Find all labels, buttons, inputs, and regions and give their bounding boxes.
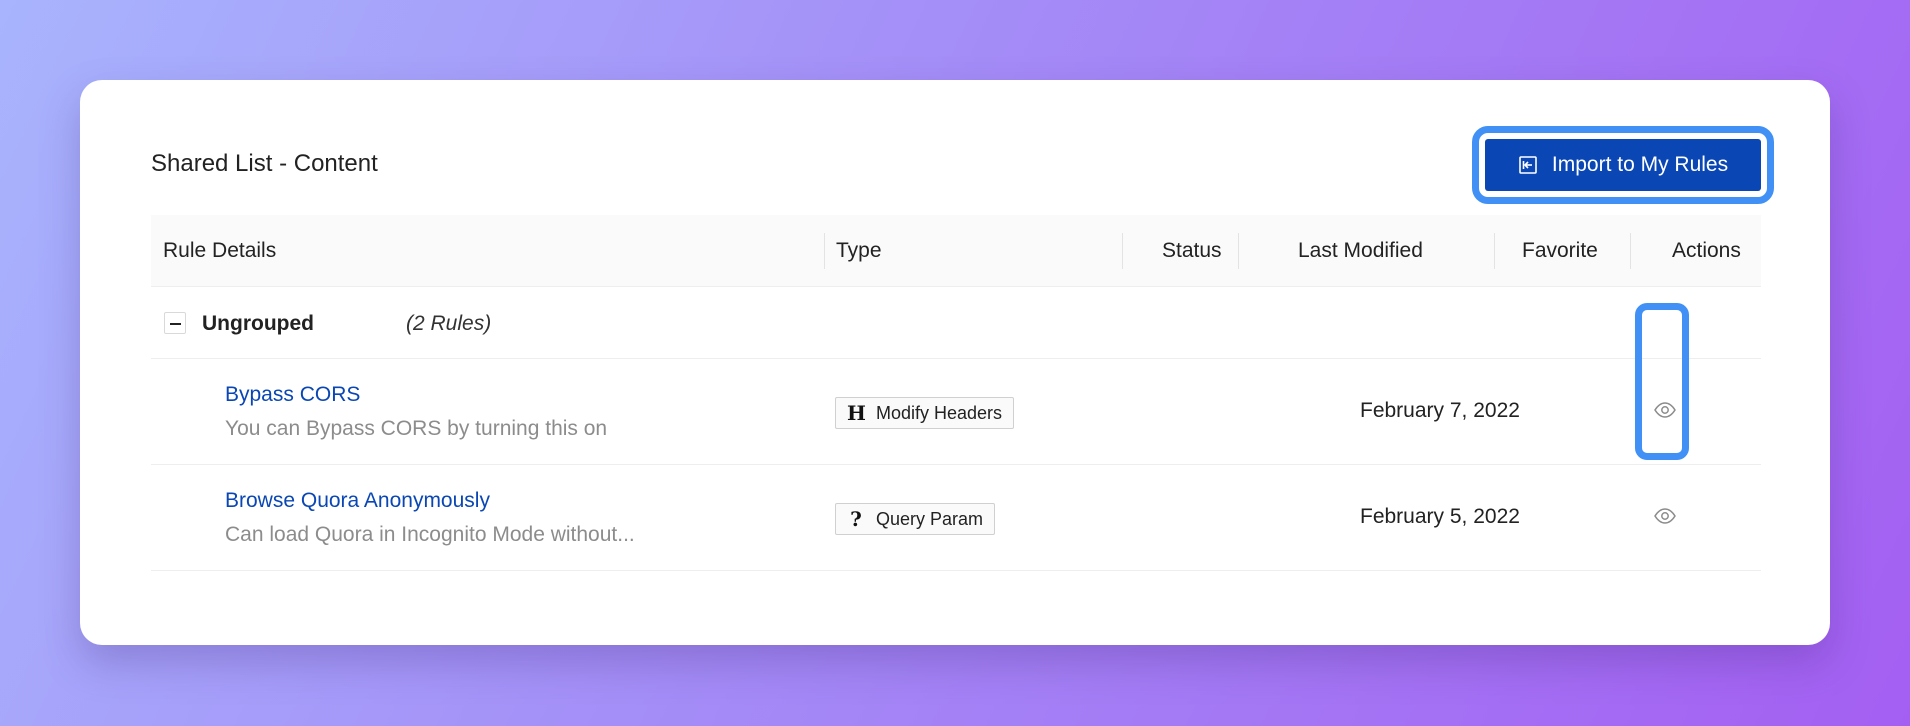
rules-table: Rule Details Type Status Last Modified F… xyxy=(151,215,1761,571)
column-header-favorite: Favorite xyxy=(1522,239,1598,262)
import-icon xyxy=(1519,156,1537,174)
table-row: Bypass CORS You can Bypass CORS by turni… xyxy=(151,359,1761,465)
rule-description: You can Bypass CORS by turning this on xyxy=(225,417,608,440)
view-rule-eye-icon[interactable] xyxy=(1654,402,1676,418)
column-header-last-modified: Last Modified xyxy=(1298,239,1423,262)
rule-type-tag: ? Query Param xyxy=(835,503,996,535)
group-row-ungrouped: Ungrouped (2 Rules) xyxy=(151,287,1761,359)
rule-last-modified: February 5, 2022 xyxy=(1360,505,1520,528)
group-name: Ungrouped xyxy=(202,312,314,335)
rule-type-tag: H Modify Headers xyxy=(835,397,1015,429)
column-divider xyxy=(824,233,825,269)
rule-last-modified: February 7, 2022 xyxy=(1360,399,1520,422)
rule-type-label: Modify Headers xyxy=(876,402,1003,423)
view-rule-eye-icon[interactable] xyxy=(1654,508,1676,524)
import-button-label: Import to My Rules xyxy=(1551,153,1729,176)
modify-headers-icon: H xyxy=(847,401,866,425)
rule-name-link[interactable]: Browse Quora Anonymously xyxy=(225,489,490,513)
column-divider xyxy=(1494,233,1495,269)
rule-description: Can load Quora in Incognito Mode without… xyxy=(225,523,635,546)
collapse-group-toggle[interactable] xyxy=(164,312,186,334)
query-param-icon: ? xyxy=(850,507,862,531)
column-divider xyxy=(1630,233,1631,269)
actions-highlight xyxy=(1635,303,1689,460)
page-title: Shared List - Content xyxy=(151,150,378,177)
column-divider xyxy=(1122,233,1123,269)
column-header-type: Type xyxy=(836,239,882,262)
table-header: Rule Details Type Status Last Modified F… xyxy=(151,215,1761,287)
column-header-actions: Actions xyxy=(1672,239,1741,262)
group-rule-count: (2 Rules) xyxy=(406,312,492,335)
column-header-status: Status xyxy=(1162,239,1222,262)
rule-name-link[interactable]: Bypass CORS xyxy=(225,383,360,407)
column-header-rule-details: Rule Details xyxy=(163,239,277,262)
import-button-highlight: Import to My Rules xyxy=(1472,126,1774,204)
rule-type-label: Query Param xyxy=(876,508,984,529)
import-to-my-rules-button[interactable]: Import to My Rules xyxy=(1485,139,1761,191)
shared-list-card: Shared List - Content Import to My Rules… xyxy=(80,80,1830,645)
table-row: Browse Quora Anonymously Can load Quora … xyxy=(151,465,1761,571)
column-divider xyxy=(1238,233,1239,269)
